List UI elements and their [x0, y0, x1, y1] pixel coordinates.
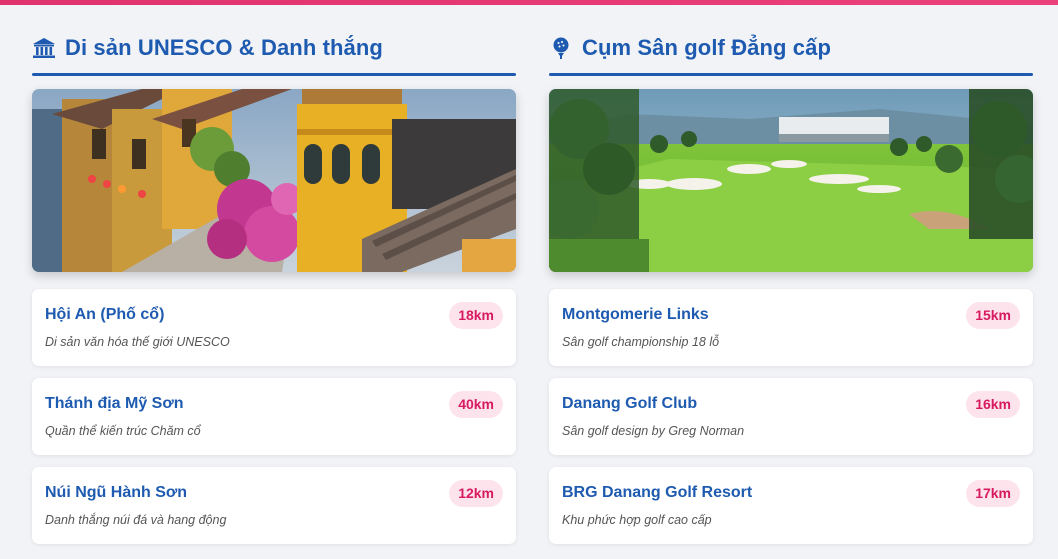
section-divider	[549, 73, 1033, 76]
section-title: Cụm Sân golf Đẳng cấp	[582, 35, 832, 60]
landmark-icon	[32, 36, 56, 60]
item-name: Thánh địa Mỹ Sơn	[45, 395, 184, 412]
item-description: Danh thắng núi đá và hang động	[45, 513, 227, 527]
golf-course-image	[549, 89, 1033, 272]
top-accent-bar	[0, 0, 1058, 5]
item-description: Di sản văn hóa thế giới UNESCO	[45, 335, 230, 349]
distance-badge: 40km	[449, 391, 503, 418]
section-title: Di sản UNESCO & Danh thắng	[65, 35, 383, 60]
list-item[interactable]: Núi Ngũ Hành Sơn Danh thắng núi đá và ha…	[32, 467, 516, 544]
item-name: Núi Ngũ Hành Sơn	[45, 484, 188, 501]
hoi-an-image	[32, 89, 516, 272]
item-description: Quần thể kiến trúc Chăm cổ	[45, 424, 201, 438]
list-item[interactable]: Thánh địa Mỹ Sơn Quần thể kiến trúc Chăm…	[32, 378, 516, 455]
section-divider	[32, 73, 516, 76]
list-item[interactable]: Danang Golf Club Sân golf design by Greg…	[549, 378, 1033, 455]
item-name: Hội An (Phố cổ)	[45, 306, 165, 323]
golf-section: Cụm Sân golf Đẳng cấp Montgomerie Links …	[549, 32, 1033, 556]
list-item[interactable]: BRG Danang Golf Resort Khu phức hợp golf…	[549, 467, 1033, 544]
item-description: Sân golf design by Greg Norman	[562, 424, 745, 438]
item-name: Montgomerie Links	[562, 306, 709, 323]
section-heading: Di sản UNESCO & Danh thắng	[32, 32, 516, 64]
item-description: Khu phức hợp golf cao cấp	[562, 513, 712, 527]
section-heading: Cụm Sân golf Đẳng cấp	[549, 32, 1033, 64]
item-name: Danang Golf Club	[562, 395, 698, 412]
distance-badge: 12km	[449, 480, 503, 507]
item-description: Sân golf championship 18 lỗ	[562, 335, 720, 349]
distance-badge: 18km	[449, 302, 503, 329]
list-item[interactable]: Montgomerie Links Sân golf championship …	[549, 289, 1033, 366]
distance-badge: 17km	[966, 480, 1020, 507]
list-item[interactable]: Hội An (Phố cổ) Di sản văn hóa thế giới …	[32, 289, 516, 366]
attraction-list: Hội An (Phố cổ) Di sản văn hóa thế giới …	[32, 289, 516, 544]
golf-ball-icon	[549, 36, 573, 60]
unesco-section: Di sản UNESCO & Danh thắng Hội An (Phố c…	[32, 32, 516, 556]
golf-list: Montgomerie Links Sân golf championship …	[549, 289, 1033, 544]
item-name: BRG Danang Golf Resort	[562, 484, 753, 501]
distance-badge: 15km	[966, 302, 1020, 329]
distance-badge: 16km	[966, 391, 1020, 418]
